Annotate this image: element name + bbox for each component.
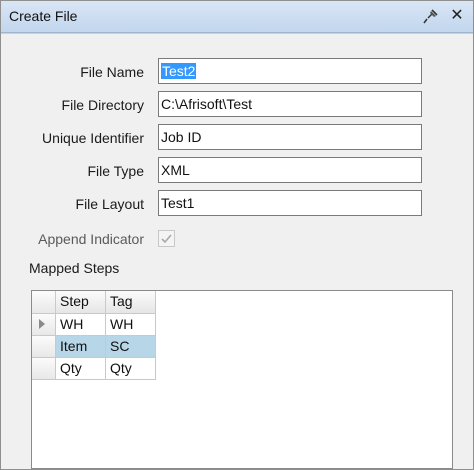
create-file-window: Create File ✕ File Name Test2 File Direc…: [0, 0, 474, 470]
grid-corner-header: [32, 291, 56, 314]
title-bar: Create File ✕: [1, 1, 473, 33]
close-icon[interactable]: ✕: [448, 6, 466, 26]
mapped-steps-label: Mapped Steps: [29, 260, 120, 276]
mapped-steps-grid[interactable]: Step Tag WH WH Item SC Qty Qty: [31, 290, 453, 469]
file-directory-input[interactable]: C:\Afrisoft\Test: [158, 91, 422, 117]
table-cell-tag[interactable]: WH: [106, 314, 156, 336]
column-header-tag[interactable]: Tag: [106, 291, 156, 314]
row-header[interactable]: [32, 358, 56, 380]
row-arrow-icon: [39, 319, 45, 329]
column-header-step[interactable]: Step: [56, 291, 106, 314]
file-name-value: Test2: [161, 63, 197, 79]
file-type-input[interactable]: XML: [158, 157, 422, 183]
file-directory-label: File Directory: [61, 97, 144, 113]
table-cell-tag[interactable]: Qty: [106, 358, 156, 380]
append-indicator-checkbox[interactable]: [158, 230, 175, 247]
unique-identifier-label: Unique Identifier: [42, 130, 144, 146]
table-cell-step[interactable]: WH: [56, 314, 106, 336]
pin-icon[interactable]: [422, 7, 440, 25]
file-layout-label: File Layout: [75, 196, 144, 212]
table-cell-step[interactable]: Qty: [56, 358, 106, 380]
file-layout-input[interactable]: Test1: [158, 190, 422, 216]
row-header[interactable]: [32, 336, 56, 358]
row-header[interactable]: [32, 314, 56, 336]
checkmark-icon: [161, 234, 172, 244]
title-divider: [1, 33, 473, 34]
file-name-label: File Name: [80, 64, 144, 80]
window-title: Create File: [9, 8, 78, 24]
unique-identifier-input[interactable]: Job ID: [158, 124, 422, 150]
table-cell-step[interactable]: Item: [56, 336, 106, 358]
table-cell-tag[interactable]: SC: [106, 336, 156, 358]
file-type-label: File Type: [87, 163, 144, 179]
file-name-input[interactable]: Test2: [158, 58, 422, 84]
append-indicator-label: Append Indicator: [38, 231, 144, 247]
